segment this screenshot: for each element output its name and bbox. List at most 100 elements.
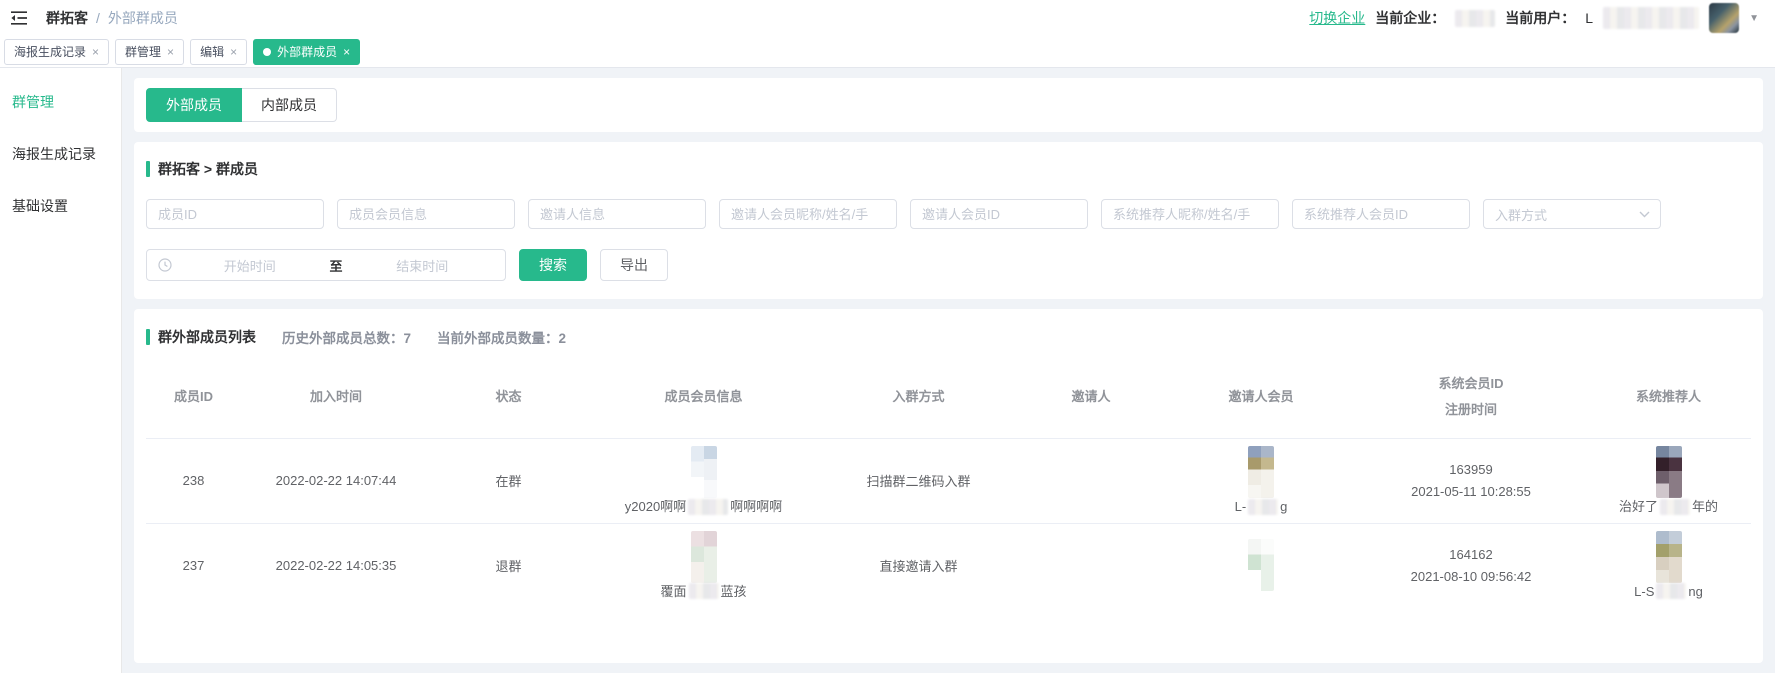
inviter-member-name-input[interactable] xyxy=(719,199,897,229)
table-row[interactable]: 237 2022-02-22 14:05:35 退群 覆面 蓝孩 xyxy=(146,523,1751,608)
export-button[interactable]: 导出 xyxy=(600,249,668,281)
member-name-suffix: 啊啊啊啊 xyxy=(730,498,782,516)
recommender-suffix: 年的 xyxy=(1692,498,1718,516)
recommender-prefix: L-S xyxy=(1634,583,1654,601)
tab-external-group-members[interactable]: 外部群成员 × xyxy=(253,39,360,65)
tab-label: 群管理 xyxy=(125,43,161,60)
member-id-cell: 237 xyxy=(146,558,241,573)
inviter-member-suffix: g xyxy=(1280,498,1287,516)
date-range-separator: 至 xyxy=(328,256,345,275)
list-title: 群外部成员列表 xyxy=(158,327,256,347)
close-icon[interactable]: × xyxy=(230,45,237,59)
member-info-cell: y2020啊啊 啊啊啊啊 xyxy=(586,439,821,523)
col-member-id: 成员ID xyxy=(146,386,241,405)
inviter-info-input[interactable] xyxy=(528,199,706,229)
join-method-select[interactable]: 入群方式 xyxy=(1483,199,1661,229)
menu-fold-icon[interactable] xyxy=(10,10,28,26)
tab-label: 外部群成员 xyxy=(277,43,337,60)
current-count-label: 当前外部成员数量： xyxy=(437,331,559,346)
redacted-text xyxy=(1660,499,1690,515)
inviter-member-id-input[interactable] xyxy=(910,199,1088,229)
search-button[interactable]: 搜索 xyxy=(519,249,587,281)
title-accent-bar xyxy=(146,161,150,177)
list-stats: 历史外部成员总数：7 当前外部成员数量：2 xyxy=(282,327,566,347)
register-time: 2021-05-11 10:28:55 xyxy=(1411,484,1531,499)
table-row[interactable]: 238 2022-02-22 14:07:44 在群 y2020啊啊 啊啊啊啊 xyxy=(146,438,1751,523)
join-time-cell: 2022-02-22 14:05:35 xyxy=(241,558,431,573)
current-company-label: 当前企业： xyxy=(1375,8,1445,28)
inviter-member-prefix: L- xyxy=(1235,498,1247,516)
recommender-prefix: 治好了 xyxy=(1619,498,1658,516)
redacted-text xyxy=(689,583,719,599)
status-cell: 退群 xyxy=(431,556,586,575)
join-method-cell: 直接邀请入群 xyxy=(821,556,1016,575)
redacted-text xyxy=(1656,583,1686,599)
col-recommender: 系统推荐人 xyxy=(1586,386,1751,405)
table-header-row: 成员ID 加入时间 状态 成员会员信息 入群方式 邀请人 邀请人会员 系统会员I… xyxy=(146,357,1751,438)
sidebar-item-label: 基础设置 xyxy=(12,198,68,214)
system-id-cell: 163959 2021-05-11 10:28:55 xyxy=(1356,462,1586,499)
topbar: 群拓客 / 外部群成员 切换企业 当前企业： 当前用户： L ▼ xyxy=(0,0,1775,36)
breadcrumb-root[interactable]: 群拓客 xyxy=(46,8,88,28)
history-total-value: 7 xyxy=(404,331,412,346)
external-members-button[interactable]: 外部成员 xyxy=(146,88,242,122)
date-range-picker[interactable]: 开始时间 至 结束时间 xyxy=(146,249,506,281)
chevron-down-icon[interactable]: ▼ xyxy=(1749,13,1759,24)
sidebar: 群管理 海报生成记录 基础设置 xyxy=(0,68,122,673)
breadcrumb-current: 外部群成员 xyxy=(108,8,178,28)
col-system-member-id: 系统会员ID 注册时间 xyxy=(1356,373,1586,418)
col-system-member-id-line1: 系统会员ID xyxy=(1438,373,1503,392)
avatar xyxy=(691,446,717,498)
close-icon[interactable]: × xyxy=(343,45,350,59)
filter-section-title: 群拓客 > 群成员 xyxy=(146,159,1751,179)
history-total-label: 历史外部成员总数： xyxy=(282,331,404,346)
breadcrumb-separator: / xyxy=(96,10,100,26)
member-id-input[interactable] xyxy=(146,199,324,229)
recommender-name-input[interactable] xyxy=(1101,199,1279,229)
sidebar-item-basic-settings[interactable]: 基础设置 xyxy=(0,180,121,232)
history-total-stat: 历史外部成员总数：7 xyxy=(282,327,411,347)
start-time-placeholder[interactable]: 开始时间 xyxy=(178,256,322,275)
col-status: 状态 xyxy=(431,386,586,405)
close-icon[interactable]: × xyxy=(92,45,99,59)
end-time-placeholder[interactable]: 结束时间 xyxy=(351,256,495,275)
user-avatar[interactable] xyxy=(1709,3,1739,33)
sidebar-item-label: 海报生成记录 xyxy=(12,146,96,162)
filter-title-text: 群拓客 > 群成员 xyxy=(158,159,258,179)
chevron-down-icon xyxy=(1639,211,1650,218)
filter-card: 群拓客 > 群成员 入群方式 xyxy=(134,142,1763,299)
topbar-right: 切换企业 当前企业： 当前用户： L ▼ xyxy=(1309,3,1759,33)
avatar xyxy=(1248,446,1274,498)
member-id-cell: 238 xyxy=(146,473,241,488)
tab-edit[interactable]: 编辑 × xyxy=(190,39,247,65)
current-count-value: 2 xyxy=(559,331,567,346)
tab-poster-records[interactable]: 海报生成记录 × xyxy=(4,39,109,65)
tab-label: 海报生成记录 xyxy=(14,43,86,60)
member-type-card: 外部成员 内部成员 xyxy=(134,78,1763,132)
member-list-card: 群外部成员列表 历史外部成员总数：7 当前外部成员数量：2 成员ID 加入时间 xyxy=(134,309,1763,663)
join-method-select-placeholder: 入群方式 xyxy=(1495,205,1547,224)
recommender-suffix: ng xyxy=(1688,583,1702,601)
internal-members-button[interactable]: 内部成员 xyxy=(242,88,337,122)
clock-icon xyxy=(158,258,172,272)
member-name-prefix: y2020啊啊 xyxy=(625,498,686,516)
filter-inputs-row: 入群方式 xyxy=(146,199,1751,229)
title-accent-bar xyxy=(146,329,150,345)
close-icon[interactable]: × xyxy=(167,45,174,59)
system-id-cell: 164162 2021-08-10 09:56:42 xyxy=(1356,547,1586,584)
member-type-segmented: 外部成员 内部成员 xyxy=(146,88,337,122)
col-member-info: 成员会员信息 xyxy=(586,386,821,405)
sidebar-item-poster-records[interactable]: 海报生成记录 xyxy=(0,128,121,180)
members-table: 成员ID 加入时间 状态 成员会员信息 入群方式 邀请人 邀请人会员 系统会员I… xyxy=(146,357,1751,607)
sidebar-item-label: 群管理 xyxy=(12,94,54,110)
sidebar-item-group-manage[interactable]: 群管理 xyxy=(0,76,121,128)
recommender-member-id-input[interactable] xyxy=(1292,199,1470,229)
join-method-cell: 扫描群二维码入群 xyxy=(821,471,1016,490)
switch-company-link[interactable]: 切换企业 xyxy=(1309,8,1365,28)
member-name-prefix: 覆面 xyxy=(660,583,686,601)
member-vip-info-input[interactable] xyxy=(337,199,515,229)
tab-group-manage[interactable]: 群管理 × xyxy=(115,39,184,65)
avatar xyxy=(1656,531,1682,583)
main-content: 外部成员 内部成员 群拓客 > 群成员 xyxy=(122,68,1775,673)
system-member-id: 164162 xyxy=(1449,547,1492,562)
